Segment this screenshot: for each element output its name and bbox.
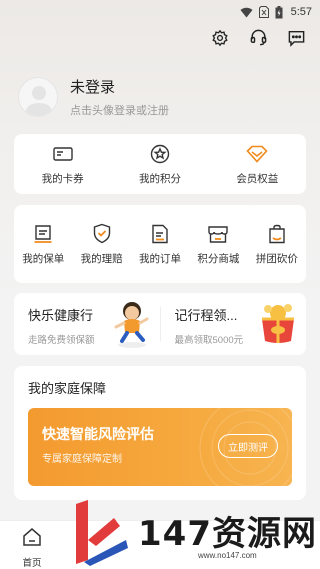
order-icon — [149, 223, 171, 245]
quick-links-card: 我的卡券 我的积分 会员权益 — [14, 134, 306, 194]
service-points-mall[interactable]: 积分商城 — [189, 223, 247, 266]
profile-section: 未登录 点击头像登录或注册 — [18, 76, 169, 118]
service-label: 拼团砍价 — [255, 252, 298, 265]
login-subtitle[interactable]: 点击头像登录或注册 — [70, 102, 169, 118]
banner-title: 快速智能风险评估 — [42, 426, 154, 442]
watermark-url: www.no147.com — [198, 551, 257, 560]
quick-link-label: 我的卡券 — [41, 172, 84, 185]
message-icon — [287, 29, 306, 52]
header-actions — [208, 28, 308, 52]
home-icon — [22, 527, 42, 552]
card-icon — [52, 143, 74, 165]
gift-box-icon — [256, 299, 300, 352]
service-label: 我的订单 — [139, 252, 182, 265]
quick-link-label: 我的积分 — [138, 172, 181, 185]
battery-icon — [275, 5, 283, 19]
star-coin-icon — [149, 143, 171, 165]
settings-button[interactable] — [208, 28, 232, 52]
service-label: 积分商城 — [197, 252, 240, 265]
no-sim-icon — [258, 6, 269, 18]
running-character-icon — [112, 299, 152, 354]
shield-check-icon — [91, 223, 113, 245]
section-title: 我的家庭保障 — [28, 381, 107, 396]
banner-subtitle: 专属家庭保障定制 — [42, 454, 122, 465]
service-label: 我的理赔 — [80, 252, 123, 265]
service-group-buy[interactable]: 拼团砍价 — [248, 223, 306, 266]
service-my-orders[interactable]: 我的订单 — [131, 223, 189, 266]
gear-icon — [211, 29, 229, 52]
tab-home-label: 首页 — [22, 558, 42, 569]
status-time: 5:57 — [290, 6, 312, 18]
watermark-logo — [76, 500, 128, 566]
store-icon — [207, 223, 229, 245]
quick-link-membership[interactable]: 会员权益 — [209, 143, 306, 186]
tab-home[interactable]: 首页 — [14, 527, 50, 569]
assess-now-button[interactable]: 立即测评 — [218, 434, 278, 458]
promos-card: 快乐健康行 走路免费领保额 记行程领... 最高领取5000元 — [14, 293, 306, 355]
risk-assessment-banner[interactable]: 快速智能风险评估 专属家庭保障定制 立即测评 — [28, 408, 292, 486]
login-title[interactable]: 未登录 — [70, 76, 169, 97]
quick-link-points[interactable]: 我的积分 — [111, 143, 208, 186]
wifi-icon — [240, 7, 253, 18]
watermark: 147资源网 www.no147.com — [70, 498, 320, 569]
promo-health-walk[interactable]: 快乐健康行 走路免费领保额 — [14, 293, 160, 355]
policy-icon — [32, 223, 54, 245]
quick-link-label: 会员权益 — [236, 172, 279, 185]
service-my-claims[interactable]: 我的理赔 — [72, 223, 130, 266]
service-my-policies[interactable]: 我的保单 — [14, 223, 72, 266]
profile-text: 未登录 点击头像登录或注册 — [70, 76, 169, 118]
family-protection-card: 我的家庭保障 快速智能风险评估 专属家庭保障定制 立即测评 — [14, 366, 306, 500]
watermark-text: 147资源网 — [138, 514, 317, 554]
diamond-icon — [246, 143, 268, 165]
promo-trip-record[interactable]: 记行程领... 最高领取5000元 — [161, 293, 307, 355]
shopping-bag-icon — [266, 223, 288, 245]
quick-link-coupons[interactable]: 我的卡券 — [14, 143, 111, 186]
customer-service-button[interactable] — [246, 28, 270, 52]
avatar[interactable] — [18, 77, 58, 117]
status-bar: 5:57 — [0, 0, 320, 24]
service-label: 我的保单 — [22, 252, 65, 265]
headset-icon — [249, 28, 268, 52]
messages-button[interactable] — [284, 28, 308, 52]
default-avatar-icon — [25, 86, 53, 116]
services-card: 我的保单 我的理赔 我的订单 积分商城 拼团砍价 — [14, 205, 306, 283]
